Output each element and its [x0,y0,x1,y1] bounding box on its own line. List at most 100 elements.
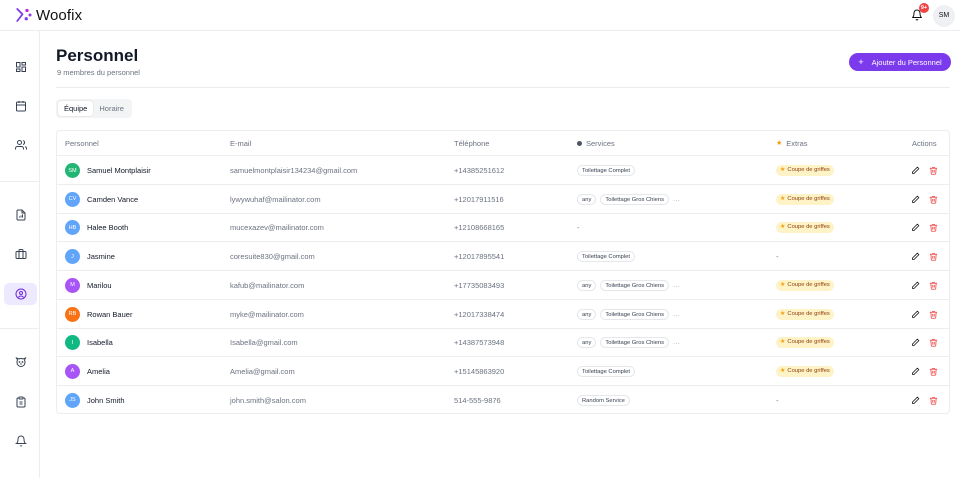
table-row: I Isabella Isabella@gmail.com +143875739… [57,328,949,358]
personnel-cell: I Isabella [65,328,113,357]
table-row: SM Samuel Montplaisir samuelmontplaisir1… [57,156,949,185]
extra-chip: ★ Coupe de griffes [776,308,834,320]
actions-cell [911,386,947,415]
personnel-name[interactable]: Isabella [87,338,113,347]
delete-icon[interactable] [929,310,938,319]
header-personnel: Personnel [65,139,99,148]
sidebar-item-pets[interactable] [4,351,37,373]
email-cell: myke@mailinator.com [230,309,304,319]
edit-icon[interactable] [911,338,920,347]
add-personnel-button[interactable]: + Ajouter du Personnel [849,53,951,71]
star-icon: ★ [780,310,786,317]
extra-chip-label: Coupe de griffes [787,281,830,288]
more-services[interactable]: ... [673,282,680,289]
personnel-name[interactable]: John Smith [87,396,125,405]
avatar: RB [65,306,80,322]
star-icon: ★ [780,367,786,374]
avatar: JS [65,392,80,408]
woofix-logo-icon [16,8,32,22]
main-content: Personnel 9 membres du personnel + Ajout… [40,31,960,478]
delete-icon[interactable] [929,367,938,376]
services-cell: any Toilettage Gros Chiens... [577,271,680,300]
sidebar-item-calendar[interactable] [4,95,37,117]
email-cell: Isabella@gmail.com [230,338,298,348]
sidebar-item-dashboard[interactable] [4,56,37,78]
edit-icon[interactable] [911,252,920,261]
delete-icon[interactable] [929,166,938,175]
sidebar-item-notifications[interactable] [4,430,37,452]
edit-icon[interactable] [911,367,920,376]
edit-icon[interactable] [911,195,920,204]
extra-chip-label: Coupe de griffes [787,195,830,202]
tab-horaire[interactable]: Horaire [93,101,130,116]
email-cell: john.smith@salon.com [230,395,306,405]
extra-chip-label: Coupe de griffes [787,224,830,231]
service-chip: any [577,193,597,205]
header-extras: ★ Extras [776,131,808,156]
personnel-name[interactable]: Halee Booth [87,223,128,232]
delete-icon[interactable] [929,338,938,347]
avatar: CV [65,191,80,207]
delete-icon[interactable] [929,396,938,405]
header-divider [56,87,950,88]
sidebar-item-personnel[interactable] [4,283,37,305]
sidebar [0,31,40,478]
page-title: Personnel [56,46,139,65]
header-services-label: Services [586,139,615,148]
email-cell: Amelia@gmail.com [230,366,295,376]
extra-chip-label: Coupe de griffes [787,310,830,317]
table-row: HB Halee Booth mucexazev@mailinator.com … [57,213,949,243]
personnel-table: Personnel E-mail Téléphone Services ★ Ex… [56,130,950,414]
services-cell: any Toilettage Gros Chiens... [577,185,680,214]
more-services[interactable]: ... [673,339,680,346]
service-chip: Toilettage Complet [577,365,636,377]
edit-icon[interactable] [911,223,920,232]
extra-chip: ★ Coupe de griffes [776,193,834,205]
personnel-name[interactable]: Camden Vance [87,195,138,204]
extra-chip: ★ Coupe de griffes [776,165,834,176]
header-services: Services [577,131,615,156]
personnel-cell: RB Rowan Bauer [65,300,132,329]
personnel-cell: JS John Smith [65,386,125,415]
service-chip: Toilettage Gros Chiens [600,279,670,291]
extras-cell: ★ Coupe de griffes [776,271,834,300]
personnel-name[interactable]: Jasmine [87,252,115,261]
header-phone: Téléphone [454,139,490,148]
edit-icon[interactable] [911,396,920,405]
table-row: M Marilou kafub@mailinator.com +17735083… [57,271,949,300]
sidebar-item-services[interactable] [4,243,37,265]
extra-chip: ★ Coupe de griffes [776,365,834,377]
more-services[interactable]: ... [673,196,680,203]
personnel-name[interactable]: Samuel Montplaisir [87,166,151,175]
delete-icon[interactable] [929,252,938,261]
personnel-name[interactable]: Marilou [87,281,112,290]
extras-empty: - [776,252,779,262]
sidebar-item-invoices[interactable] [4,204,37,226]
delete-icon[interactable] [929,223,938,233]
more-services[interactable]: ... [673,311,680,318]
extra-chip-label: Coupe de griffes [787,339,830,346]
extra-chip: ★ Coupe de griffes [776,279,834,291]
sidebar-item-clients[interactable] [4,134,37,156]
services-cell: Toilettage Complet [577,156,639,185]
delete-icon[interactable] [929,195,938,204]
sidebar-item-tasks[interactable] [4,391,37,413]
extras-cell: - [776,386,779,415]
edit-icon[interactable] [911,310,920,319]
brand[interactable]: Woofix [15,6,82,24]
email-cell: mucexazev@mailinator.com [230,223,324,233]
personnel-name[interactable]: Rowan Bauer [87,310,132,319]
edit-icon[interactable] [911,281,920,290]
personnel-name[interactable]: Amelia [87,367,110,376]
phone-cell: 514-555-9876 [454,395,501,405]
notifications-button[interactable]: 9+ [911,3,929,22]
personnel-cell: A Amelia [65,357,110,386]
tab-equipe[interactable]: Équipe [58,101,94,116]
email-cell: samuelmontplaisir134234@gmail.com [230,166,358,175]
user-avatar[interactable]: SM [933,5,955,27]
delete-icon[interactable] [929,281,938,290]
actions-cell [911,271,947,300]
edit-icon[interactable] [911,166,920,175]
sidebar-divider [0,181,40,182]
services-cell: any Toilettage Gros Chiens... [577,300,680,329]
